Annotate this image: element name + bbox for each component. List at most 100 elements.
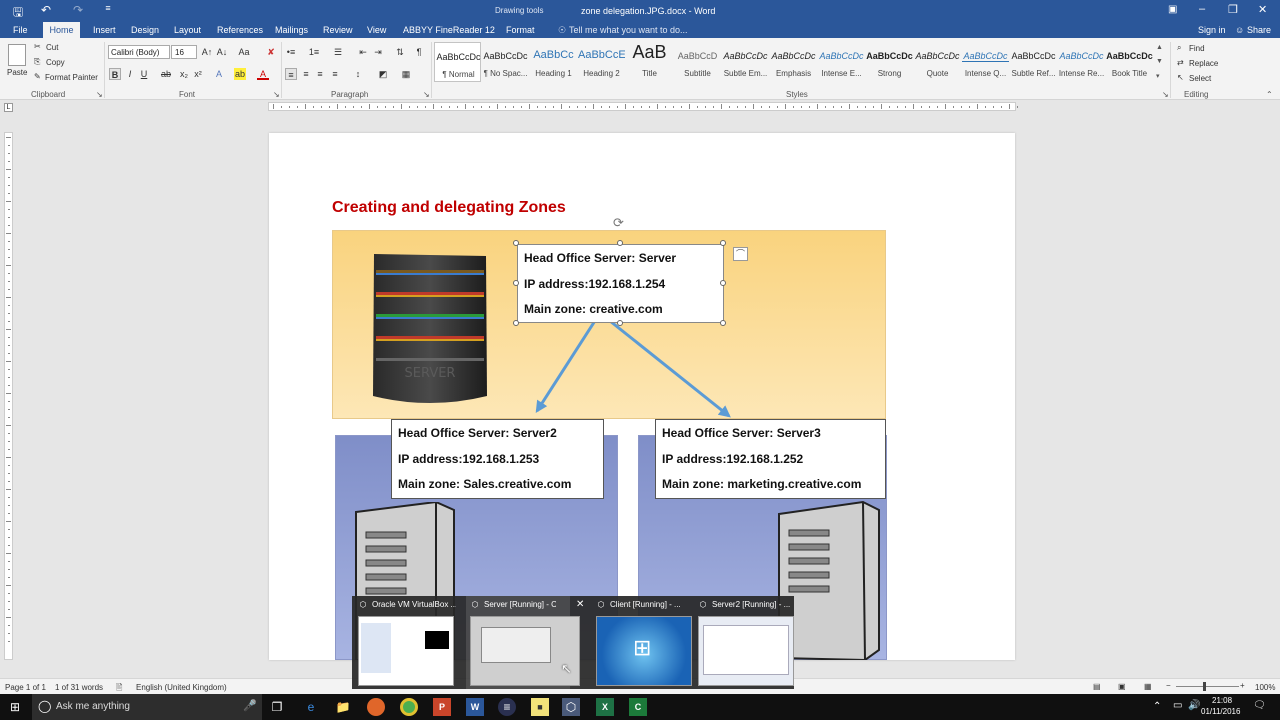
excel-icon[interactable]: X [596,698,614,716]
clear-formatting-icon[interactable]: ✘ [265,46,277,58]
server3-textbox[interactable]: Head Office Server: Server3 IP address:1… [655,419,886,499]
style-9[interactable]: AaBbCcDc Intense E... [818,42,865,82]
resize-handle-se[interactable] [720,320,726,326]
save-icon[interactable]: 🖫 [10,3,26,24]
format-painter-icon[interactable]: ✎ [34,72,41,81]
undo-icon[interactable]: ↶ [38,3,54,17]
resize-handle-n[interactable] [617,240,623,246]
print-layout-icon[interactable]: ▣ [1118,682,1126,691]
find-button[interactable]: Find [1189,44,1205,53]
tab-insert[interactable]: Insert [93,25,116,35]
numbering-icon[interactable]: 1≡ [308,46,320,58]
cut-icon[interactable]: ✂ [34,42,41,51]
decrease-indent-icon[interactable]: ⇤ [357,46,369,58]
zoom-slider[interactable] [1176,686,1239,687]
virtualbox-icon[interactable]: ⬡ [562,698,580,716]
paragraph-launcher-icon[interactable]: ↘ [423,90,430,99]
resize-handle-sw[interactable] [513,320,519,326]
grow-font-icon[interactable]: A↑ [201,46,213,58]
tab-view[interactable]: View [367,25,386,35]
align-center-icon[interactable]: ≡ [300,68,312,80]
sign-in-link[interactable]: Sign in [1198,25,1226,35]
style-1[interactable]: AaBbCcDc ¶ Normal [434,42,481,82]
underline-icon[interactable]: U [138,68,150,80]
strikethrough-icon[interactable]: ab [160,68,172,80]
close-icon[interactable]: ✕ [1258,3,1267,16]
replace-button[interactable]: Replace [1189,59,1218,68]
tab-abbyy[interactable]: ABBYY FineReader 12 [403,25,495,35]
superscript-icon[interactable]: x² [192,68,204,80]
italic-icon[interactable]: I [124,68,136,80]
font-color-icon[interactable]: A [257,68,269,80]
zoom-in-icon[interactable]: + [1240,681,1245,690]
style-15[interactable]: AaBbCcDc Book Title [1106,42,1153,82]
borders-icon[interactable]: ▦ [400,68,412,80]
style-6[interactable]: AaBbCcD Subtitle [674,42,721,82]
show-hidden-icons[interactable]: ⌃ [1153,701,1161,712]
virtualbox-manager-icon[interactable]: ≡ [498,698,516,716]
chrome-icon[interactable] [400,698,418,716]
gallery-scroll-down-icon[interactable]: ▼ [1156,58,1163,65]
justify-icon[interactable]: ≡ [329,68,341,80]
bold-icon[interactable]: B [109,68,121,80]
language-indicator[interactable]: English (United Kingdom) [136,683,227,692]
word-icon[interactable]: W [466,698,484,716]
resize-handle-e[interactable] [720,280,726,286]
tab-references[interactable]: References [217,25,263,35]
multilevel-list-icon[interactable]: ☰ [332,46,344,58]
edge-icon[interactable]: e [302,698,320,716]
gallery-more-icon[interactable]: ▾ [1156,72,1160,80]
style-5[interactable]: AaB Title [626,42,673,82]
arrow-to-server2[interactable] [535,312,602,414]
increase-indent-icon[interactable]: ⇥ [372,46,384,58]
style-11[interactable]: AaBbCcDc Quote [914,42,961,82]
text-effects-icon[interactable]: A [213,68,225,80]
document-page[interactable]: Creating and delegating Zones SERVER Hea… [269,133,1015,662]
clock-date[interactable]: 01/11/2016 [1201,707,1240,716]
read-mode-icon[interactable]: ▤ [1093,682,1101,691]
highlight-icon[interactable]: ab [234,68,246,80]
paste-icon[interactable] [8,44,26,66]
ribbon-display-icon[interactable]: ▣ [1168,4,1177,15]
resize-handle-s[interactable] [617,320,623,326]
thumbnail-client-vm[interactable]: ⬡ Client [Running] - ... ⊞ [592,596,696,689]
zoom-out-icon[interactable]: − [1166,681,1171,690]
task-view-icon[interactable]: ❐ [268,698,286,716]
clock-time[interactable]: 21:08 [1212,696,1232,705]
web-layout-icon[interactable]: ▦ [1144,682,1152,691]
style-3[interactable]: AaBbCc Heading 1 [530,42,577,82]
close-thumbnail-icon[interactable]: ✕ [576,599,584,610]
copy-icon[interactable]: ⎘ [34,57,40,67]
restore-icon[interactable]: ❐ [1228,3,1238,16]
tab-design[interactable]: Design [131,25,159,35]
server2-textbox[interactable]: Head Office Server: Server2 IP address:1… [391,419,604,499]
tab-mailings[interactable]: Mailings [275,25,308,35]
arrow-to-server3[interactable] [599,311,731,418]
horizontal-ruler[interactable] [268,102,1018,111]
style-10[interactable]: AaBbCcDc Strong [866,42,913,82]
powerpoint-icon[interactable]: P [433,698,451,716]
style-12[interactable]: AaBbCcDc Intense Q... [962,42,1009,82]
tab-layout[interactable]: Layout [174,25,201,35]
collapse-ribbon-icon[interactable]: ⌃ [1266,90,1273,99]
thumbnail-server2-vm[interactable]: ⬡ Server2 [Running] - ... [694,596,798,689]
font-size-select[interactable]: 16 [171,45,197,59]
style-2[interactable]: AaBbCcDc ¶ No Spac... [482,42,529,82]
show-marks-icon[interactable]: ¶ [413,46,425,58]
style-8[interactable]: AaBbCcDc Emphasis [770,42,817,82]
subscript-icon[interactable]: x₂ [178,68,190,80]
windows-start-icon[interactable]: ⊞ [6,698,24,716]
redo-icon[interactable]: ↷ [70,3,86,17]
font-launcher-icon[interactable]: ↘ [273,90,280,99]
customize-icon[interactable]: ≡ [100,3,116,13]
cut-button[interactable]: Cut [46,43,58,52]
volume-icon[interactable]: 🔊 [1188,700,1200,711]
replace-icon[interactable]: ⇄ [1177,58,1184,67]
word-count[interactable]: 1 of 31 words [55,683,103,692]
microphone-icon[interactable]: 🎤 [243,699,257,712]
format-painter-button[interactable]: Format Painter [45,73,98,82]
style-13[interactable]: AaBbCcDc Subtle Ref... [1010,42,1057,82]
vertical-ruler[interactable] [4,132,13,660]
styles-launcher-icon[interactable]: ↘ [1162,90,1169,99]
tab-review[interactable]: Review [323,25,353,35]
